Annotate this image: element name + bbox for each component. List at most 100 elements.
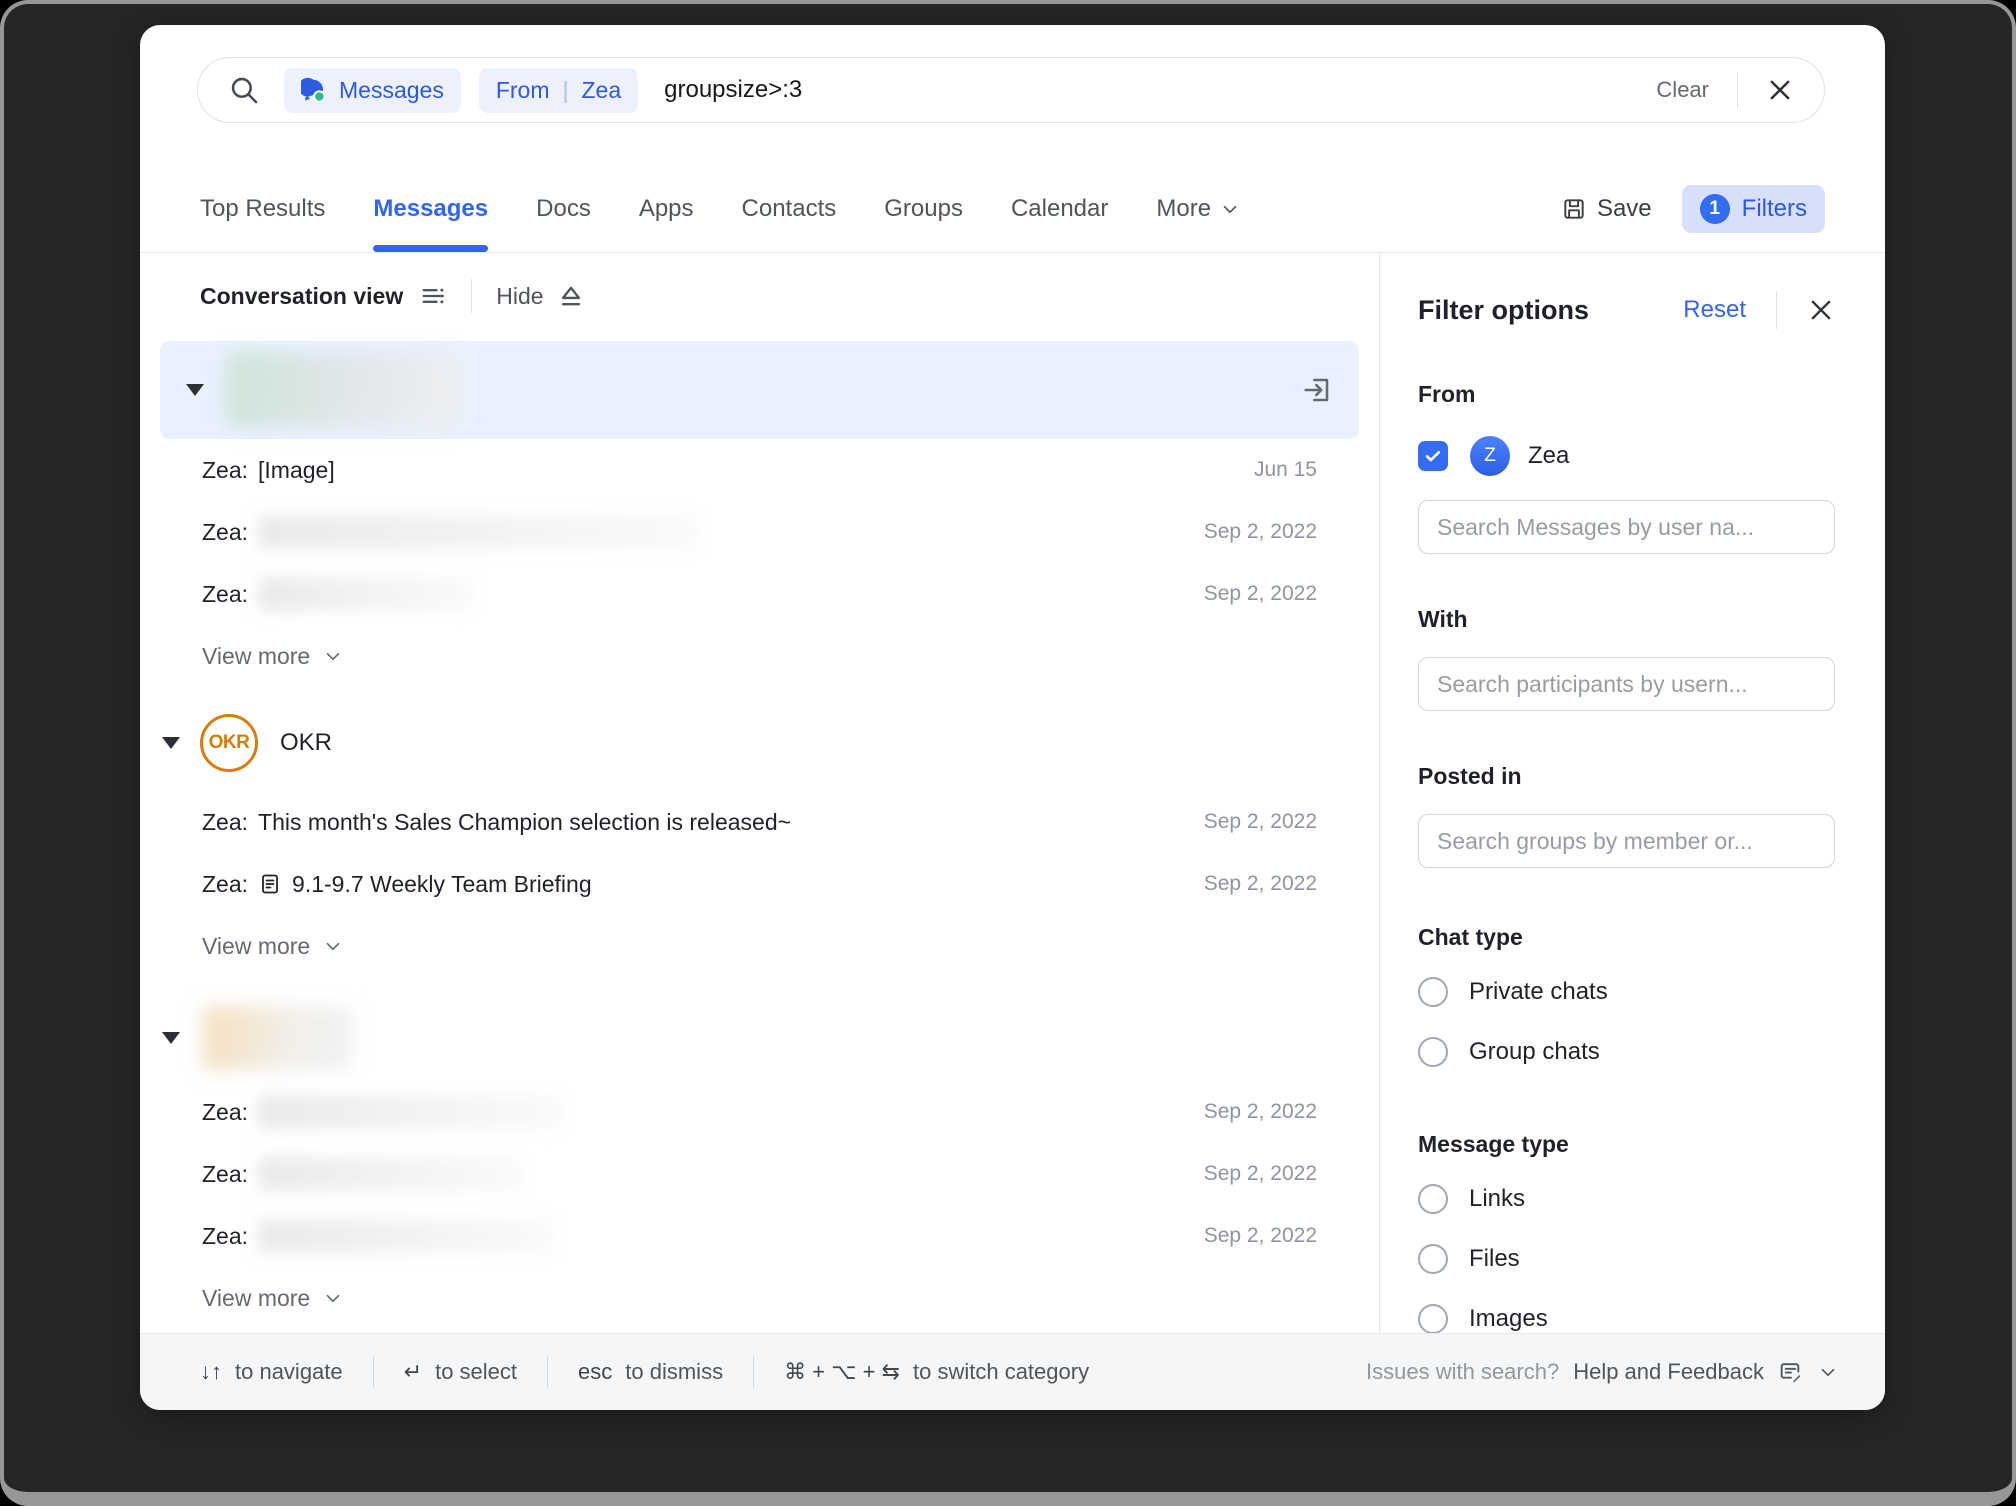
screen-background: Messages From | Zea groupsize>:3 Clear T…: [0, 0, 2016, 1506]
from-search-input[interactable]: [1418, 500, 1835, 554]
help-and-feedback-link[interactable]: Help and Feedback: [1573, 1359, 1764, 1385]
save-button[interactable]: Save: [1561, 195, 1652, 223]
hide-collapse-icon[interactable]: [556, 281, 586, 311]
radio-option-private-chats[interactable]: Private chats: [1418, 973, 1835, 1011]
clear-button[interactable]: Clear: [1656, 77, 1709, 103]
tab-messages[interactable]: Messages: [373, 165, 489, 252]
view-more-link[interactable]: View more: [140, 625, 1379, 687]
feedback-icon[interactable]: [1778, 1360, 1803, 1385]
radio-icon[interactable]: [1418, 977, 1448, 1007]
tab-contacts[interactable]: Contacts: [742, 165, 837, 252]
tab-calendar[interactable]: Calendar: [1011, 165, 1108, 252]
hide-label[interactable]: Hide: [496, 283, 543, 310]
message-result-row[interactable]: Zea: Sep 2, 2022: [140, 1143, 1379, 1205]
results-pane: Conversation view Hide Zea: [Image] Jun …: [140, 253, 1379, 1333]
okr-avatar: OKR: [200, 714, 258, 772]
conversation-group-header-blurred[interactable]: [140, 995, 1379, 1081]
tab-more[interactable]: More: [1156, 165, 1241, 252]
radio-icon[interactable]: [1418, 1184, 1448, 1214]
with-search-input[interactable]: [1418, 657, 1835, 711]
message-type-section-heading: Message type: [1418, 1131, 1569, 1157]
footer-divider: [372, 1356, 374, 1388]
active-tab-underline: [373, 245, 489, 252]
open-conversation-icon[interactable]: [1301, 374, 1333, 406]
radio-icon[interactable]: [1418, 1304, 1448, 1333]
with-section-heading: With: [1418, 606, 1468, 632]
search-bar[interactable]: Messages From | Zea groupsize>:3 Clear: [197, 57, 1825, 123]
conversation-group-header-okr[interactable]: OKR OKR: [140, 695, 1379, 791]
chevron-down-icon[interactable]: [1817, 1361, 1839, 1383]
chevron-down-icon: [326, 652, 340, 661]
close-filter-panel-icon[interactable]: [1807, 296, 1835, 324]
scope-chip-label: Messages: [339, 76, 444, 103]
conversation-view-options-icon[interactable]: [419, 282, 447, 310]
collapse-caret-icon[interactable]: [186, 384, 204, 396]
issues-with-search-label: Issues with search?: [1366, 1359, 1560, 1384]
radio-option-links[interactable]: Links: [1418, 1180, 1835, 1218]
message-result-row[interactable]: Zea: [Image] Jun 15: [140, 439, 1379, 501]
footer-divider: [753, 1356, 755, 1388]
conversation-view-title: Conversation view: [200, 282, 404, 309]
view-more-link[interactable]: View more: [140, 915, 1379, 977]
radio-icon[interactable]: [1418, 1244, 1448, 1274]
save-label: Save: [1596, 194, 1652, 222]
search-icon: [228, 74, 260, 106]
tab-top-results[interactable]: Top Results: [200, 165, 325, 252]
filters-button[interactable]: 1 Filters: [1681, 184, 1825, 233]
chat-bubble-icon: [301, 77, 328, 104]
search-modal-window: Messages From | Zea groupsize>:3 Clear T…: [140, 25, 1885, 1410]
blurred-message-text: [258, 1157, 524, 1191]
tab-groups[interactable]: Groups: [884, 165, 963, 252]
selected-user-name: Zea: [1528, 442, 1570, 469]
from-filter-chip[interactable]: From | Zea: [478, 67, 639, 113]
filters-count-badge: 1: [1699, 193, 1730, 224]
group-name: OKR: [280, 729, 333, 756]
message-result-row[interactable]: Zea: Sep 2, 2022: [140, 1205, 1379, 1267]
chevron-down-icon: [1219, 198, 1241, 220]
checkbox-checked-icon[interactable]: [1418, 441, 1448, 471]
blurred-message-text: [258, 577, 474, 611]
message-result-row[interactable]: Zea: Sep 2, 2022: [140, 501, 1379, 563]
radio-option-images[interactable]: Images: [1418, 1300, 1835, 1333]
header-divider: [471, 279, 473, 313]
category-tab-bar: Top Results Messages Docs Apps Contacts …: [200, 165, 1825, 252]
chevron-down-icon: [326, 1294, 340, 1303]
document-icon: [258, 872, 282, 896]
blurred-message-text: [258, 515, 699, 549]
blurred-message-text: [258, 1219, 554, 1253]
scope-chip-messages[interactable]: Messages: [284, 67, 461, 113]
shortcut-switch-category: ⌘ + ⌥ + ⇆ to switch category: [784, 1359, 1090, 1384]
from-chip-key: From: [495, 76, 550, 103]
tab-docs[interactable]: Docs: [536, 165, 591, 252]
chat-type-section-heading: Chat type: [1418, 924, 1523, 950]
filters-label: Filters: [1741, 194, 1807, 222]
filter-panel: Filter options Reset From Z Zea Wit: [1379, 253, 1885, 1333]
save-icon: [1561, 196, 1587, 222]
from-selected-user-row[interactable]: Z Zea: [1418, 436, 1835, 476]
search-query-text[interactable]: groupsize>:3: [664, 76, 802, 104]
message-result-row[interactable]: Zea: Sep 2, 2022: [140, 1081, 1379, 1143]
posted-in-search-input[interactable]: [1418, 814, 1835, 868]
blurred-message-text: [258, 1095, 564, 1129]
view-more-link[interactable]: View more: [140, 1267, 1379, 1329]
radio-option-group-chats[interactable]: Group chats: [1418, 1033, 1835, 1071]
message-result-row[interactable]: Zea: This month's Sales Champion selecti…: [140, 791, 1379, 853]
reset-filters-link[interactable]: Reset: [1683, 296, 1746, 324]
conversation-group-header-selected[interactable]: [160, 341, 1359, 439]
collapse-caret-icon[interactable]: [162, 1032, 180, 1044]
close-search-icon[interactable]: [1766, 76, 1794, 104]
shortcut-navigate: ↓↑ to navigate: [200, 1359, 343, 1384]
radio-option-files[interactable]: Files: [1418, 1240, 1835, 1278]
posted-in-section-heading: Posted in: [1418, 763, 1522, 789]
from-section-heading: From: [1418, 381, 1476, 407]
shortcut-select: ↵ to select: [403, 1359, 518, 1384]
chip-separator: |: [562, 76, 569, 103]
message-result-row[interactable]: Zea: Sep 2, 2022: [140, 563, 1379, 625]
message-result-row[interactable]: Zea: 9.1-9.7 Weekly Team Briefing Sep 2,…: [140, 853, 1379, 915]
radio-icon[interactable]: [1418, 1037, 1448, 1067]
user-avatar: Z: [1470, 436, 1510, 476]
shortcut-dismiss: esc to dismiss: [578, 1359, 724, 1384]
filter-panel-title: Filter options: [1418, 294, 1589, 325]
collapse-caret-icon[interactable]: [162, 737, 180, 749]
tab-apps[interactable]: Apps: [639, 165, 694, 252]
